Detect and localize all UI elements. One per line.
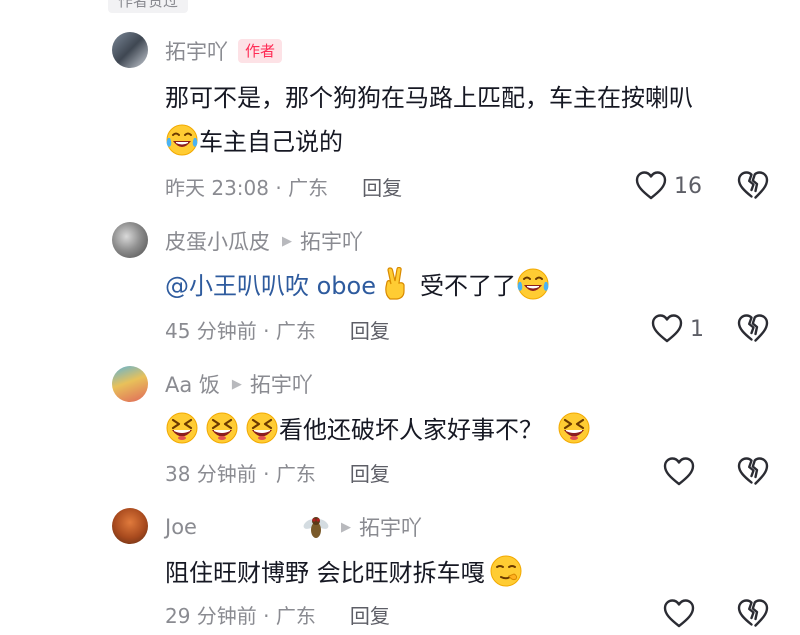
- like-button[interactable]: [662, 597, 696, 631]
- reply-target[interactable]: 拓宇吖: [250, 369, 313, 399]
- dislike-button[interactable]: [736, 455, 770, 489]
- reply-target[interactable]: 拓宇吖: [359, 512, 422, 542]
- broken-heart-icon: [737, 171, 769, 199]
- avatar[interactable]: [112, 366, 148, 402]
- comment-text-line: 车主自己说的: [199, 128, 343, 156]
- comment-header: Joe ▶ 拓宇吖: [165, 512, 422, 542]
- grin-squint-emoji-icon: [557, 411, 591, 445]
- like-button[interactable]: 16: [634, 169, 702, 203]
- like-count: 16: [674, 173, 702, 199]
- comment-text-line: 看他还破坏人家好事不？: [279, 416, 543, 444]
- broken-heart-icon: [737, 314, 769, 342]
- comment-text: 那可不是，那个狗狗在马路上匹配，车主在按喇叭: [165, 76, 693, 120]
- comment-text: @小王叭叭吹 oboe 受不了了: [165, 264, 550, 308]
- username[interactable]: Joe: [165, 515, 197, 539]
- like-count: 1: [690, 316, 704, 342]
- comment-text-line: 那可不是，那个狗狗在马路上匹配，车主在按喇叭: [165, 84, 693, 112]
- grin-squint-emoji-icon: [245, 411, 279, 445]
- dislike-button[interactable]: [736, 169, 770, 203]
- author-badge: 作者: [238, 39, 283, 63]
- dislike-button[interactable]: [736, 597, 770, 631]
- broken-heart-icon: [737, 457, 769, 485]
- victory-hand-emoji-icon: [378, 266, 412, 301]
- comment-info: 昨天 23:08 · 广东 回复: [165, 171, 402, 201]
- heart-outline-icon: [663, 599, 695, 628]
- comment-text: 看他还破坏人家好事不？: [165, 408, 591, 452]
- reply-button[interactable]: 回复: [350, 458, 390, 487]
- comment-text: 阻住旺财博野 会比旺财拆车嘎: [165, 551, 523, 595]
- username[interactable]: Aa 饭: [165, 369, 220, 399]
- dislike-button[interactable]: [736, 312, 770, 346]
- comment-info: 45 分钟前 · 广东 回复: [165, 314, 390, 344]
- comment-header: 拓宇吖 作者: [165, 36, 283, 66]
- avatar[interactable]: [112, 32, 148, 68]
- avatar[interactable]: [112, 222, 148, 258]
- comment-text-line: 阻住旺财博野 会比旺财拆车嘎: [165, 559, 485, 587]
- comment-info: 38 分钟前 · 广东 回复: [165, 457, 390, 487]
- comment-text-line: 受不了了: [420, 272, 516, 300]
- laugh-cry-emoji-icon: [516, 267, 550, 301]
- comment-info: 29 分钟前 · 广东 回复: [165, 599, 390, 629]
- reply-target[interactable]: 拓宇吖: [300, 226, 363, 256]
- reply-button[interactable]: 回复: [362, 172, 402, 201]
- time-location: 29 分钟前 · 广东: [165, 603, 316, 628]
- grin-squint-emoji-icon: [205, 411, 239, 445]
- like-button[interactable]: [662, 455, 696, 489]
- fly-icon: [301, 512, 331, 542]
- smirk-emoji-icon: [489, 554, 523, 588]
- grin-squint-emoji-icon: [165, 411, 199, 445]
- comment-header: Aa 饭 ▶ 拓宇吖: [165, 369, 313, 399]
- heart-outline-icon: [663, 457, 695, 486]
- mention-link[interactable]: @小王叭叭吹 oboe: [165, 272, 376, 300]
- broken-heart-icon: [737, 599, 769, 627]
- heart-outline-icon: [651, 314, 683, 343]
- author-liked-tag: 作者赞过: [108, 0, 189, 13]
- reply-arrow-icon: ▶: [282, 233, 292, 249]
- comment-text: 车主自己说的: [165, 120, 343, 164]
- time-location: 45 分钟前 · 广东: [165, 318, 316, 343]
- reply-arrow-icon: ▶: [340, 519, 351, 535]
- heart-outline-icon: [635, 171, 667, 200]
- reply-button[interactable]: 回复: [350, 600, 390, 629]
- comment-header: 皮蛋小瓜皮 ▶ 拓宇吖: [165, 226, 363, 256]
- username[interactable]: 皮蛋小瓜皮: [165, 226, 270, 256]
- time-location: 38 分钟前 · 广东: [165, 461, 316, 486]
- time-location: 昨天 23:08 · 广东: [165, 175, 329, 200]
- avatar[interactable]: [112, 508, 148, 544]
- reply-button[interactable]: 回复: [350, 315, 390, 344]
- like-button[interactable]: 1: [650, 312, 704, 346]
- laugh-cry-emoji-icon: [165, 123, 199, 157]
- reply-arrow-icon: ▶: [231, 376, 242, 392]
- username[interactable]: 拓宇吖: [165, 36, 228, 66]
